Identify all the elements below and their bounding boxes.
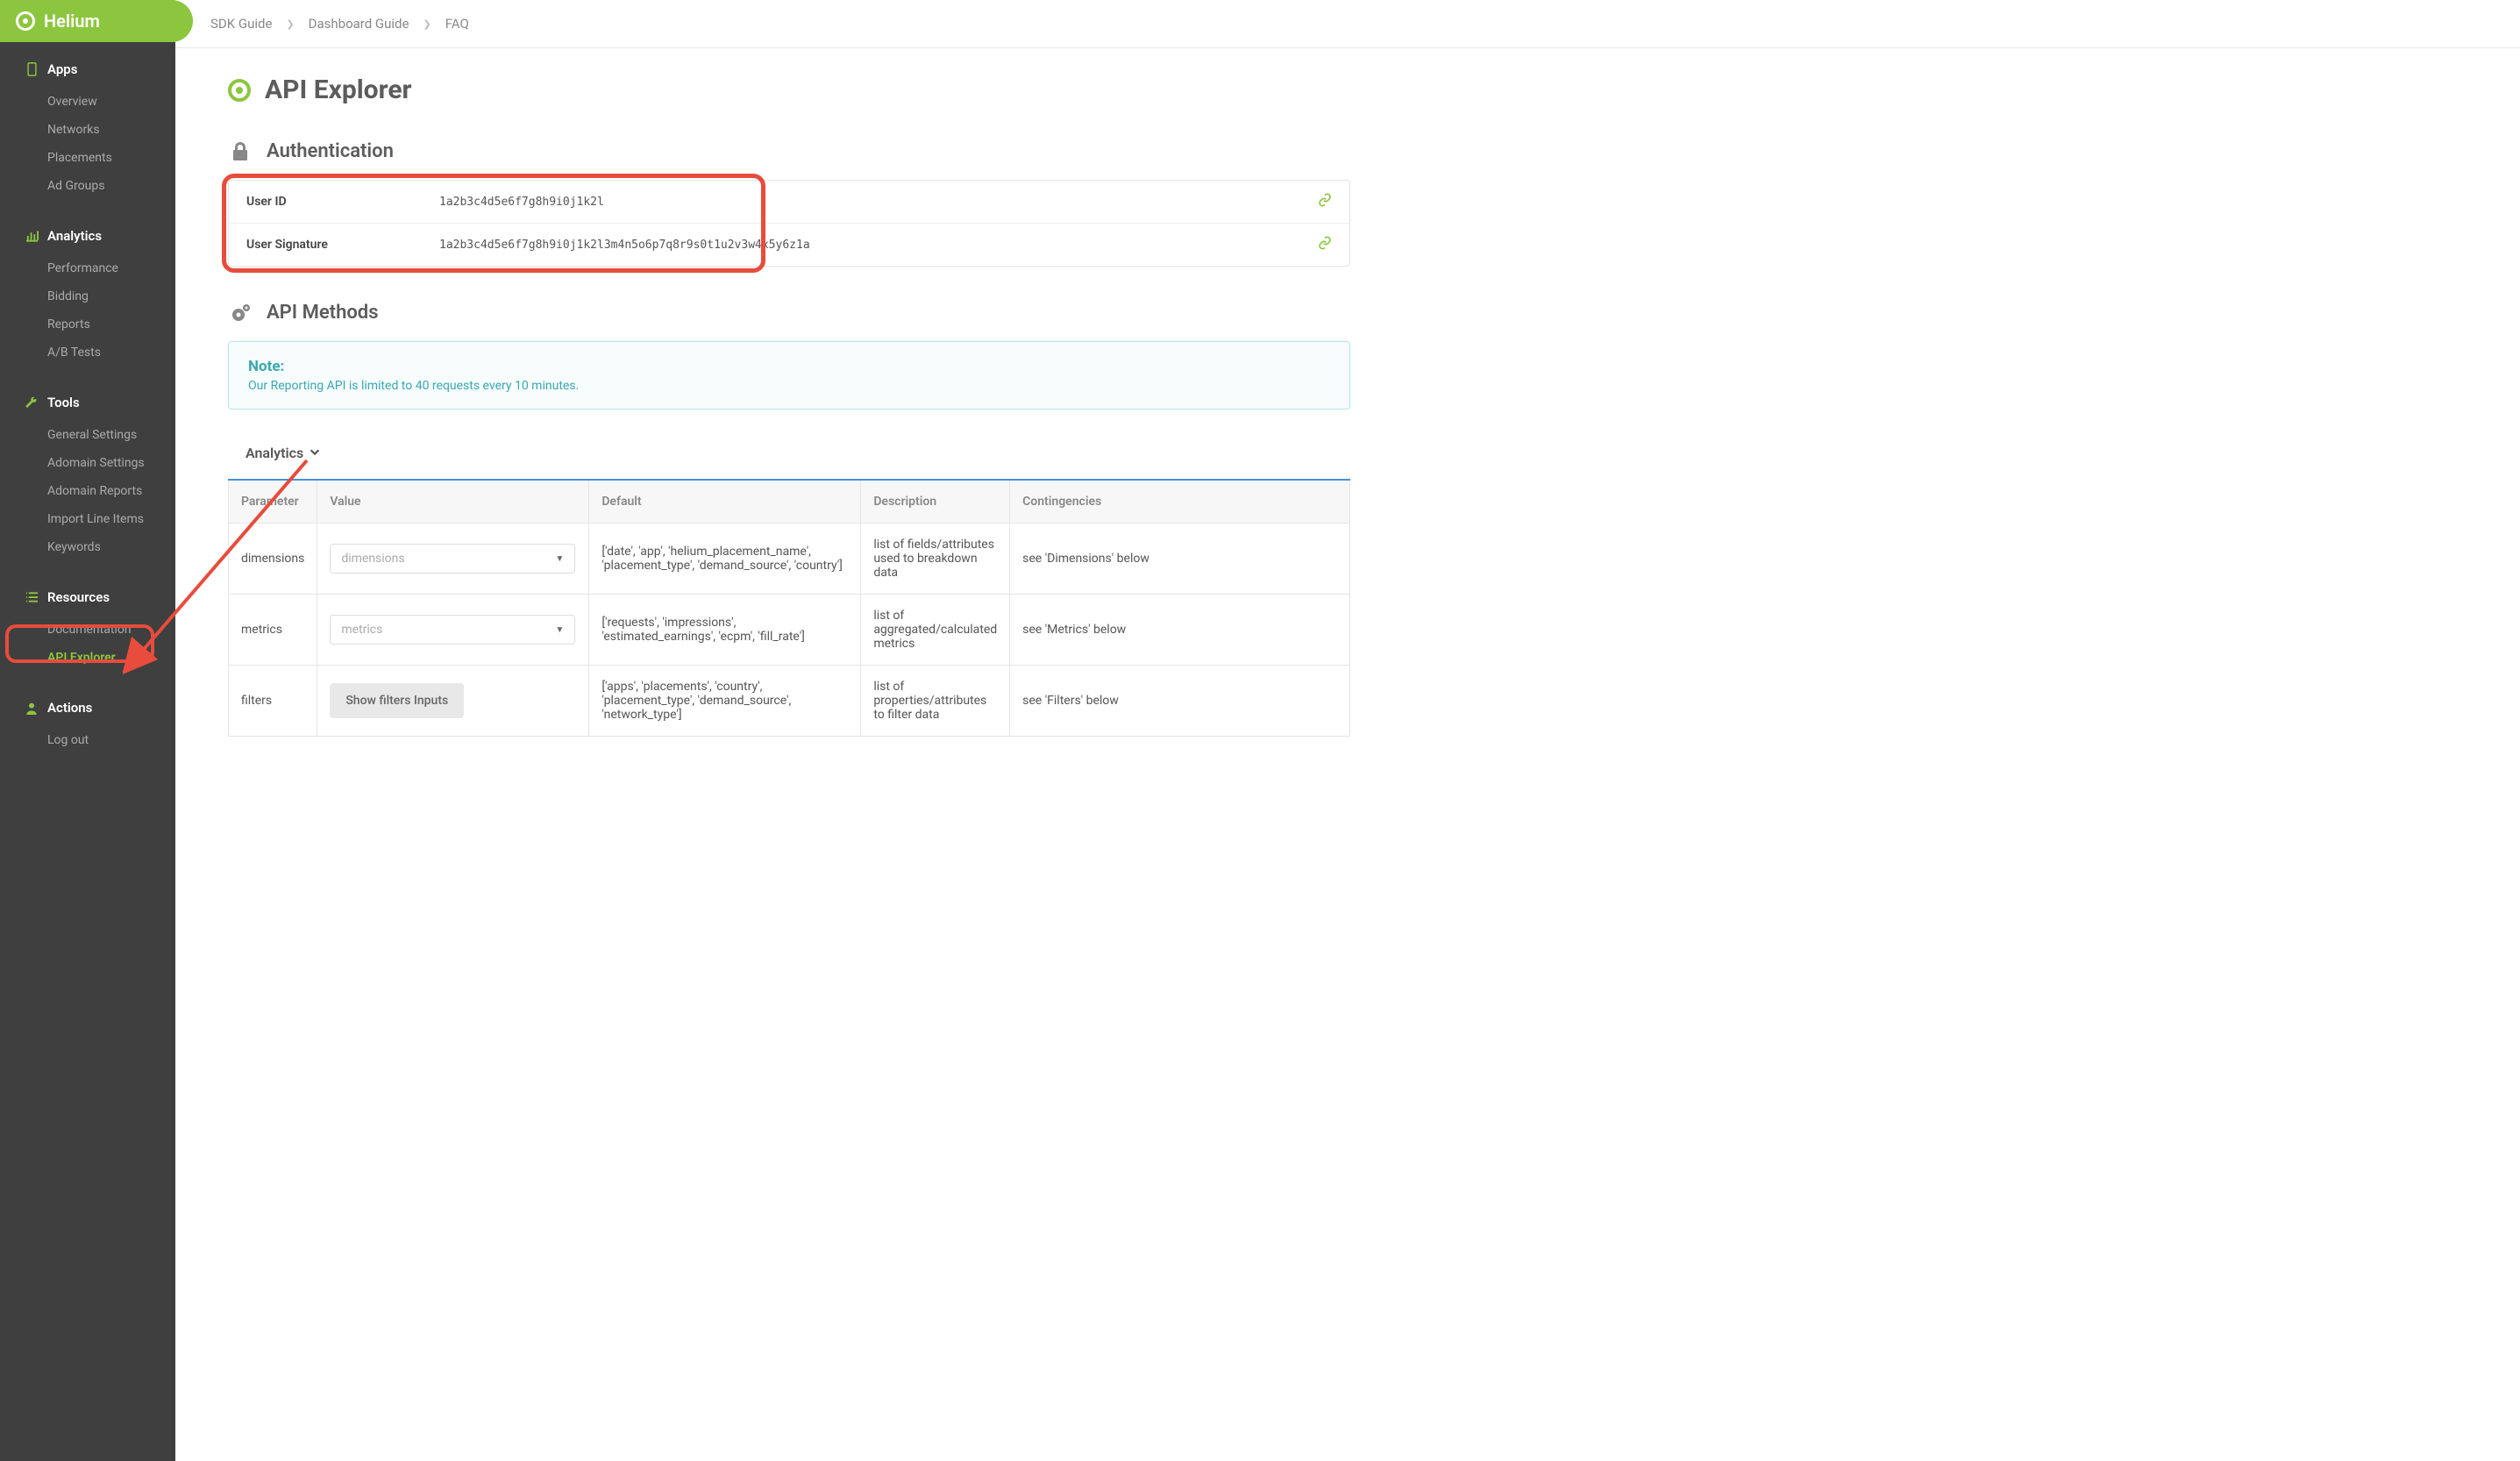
caret-down-icon: ▼ (555, 625, 564, 635)
param-description: list of fields/attributes used to breakd… (861, 524, 1010, 595)
nav-label: Actions (47, 700, 92, 716)
nav-item-bidding[interactable]: Bidding (0, 282, 175, 310)
auth-row-user-id: User ID 1a2b3c4d5e6f7g8h9i0j1k2l (229, 181, 1349, 224)
link-icon[interactable] (1318, 236, 1332, 253)
table-row: dimensions dimensions ▼ ['date', 'app', … (229, 524, 1350, 595)
nav-item-placements[interactable]: Placements (0, 144, 175, 172)
nav-item-networks[interactable]: Networks (0, 116, 175, 144)
section-heading: Authentication (267, 140, 394, 162)
nav-item-api-explorer[interactable]: API Explorer (0, 644, 175, 672)
nav-item-keywords[interactable]: Keywords (0, 533, 175, 561)
param-value-cell: dimensions ▼ (317, 524, 589, 595)
nav-item-abtests[interactable]: A/B Tests (0, 339, 175, 367)
user-icon (25, 702, 39, 715)
topbar-link-sdk[interactable]: SDK Guide (210, 16, 272, 32)
param-contingencies: see 'Dimensions' below (1010, 524, 1350, 595)
section-heading: API Methods (267, 302, 379, 324)
analytics-collapse-toggle[interactable]: Analytics (246, 445, 1350, 461)
param-name: filters (229, 666, 317, 737)
param-default: ['apps', 'placements', 'country', 'place… (589, 666, 861, 737)
param-description: list of properties/attributes to filter … (861, 666, 1010, 737)
nav-item-logout[interactable]: Log out (0, 726, 175, 754)
page-title-icon (228, 79, 251, 102)
table-row: metrics metrics ▼ ['requests', 'impressi… (229, 595, 1350, 666)
param-contingencies: see 'Filters' below (1010, 666, 1350, 737)
nav-heading-tools[interactable]: Tools (0, 384, 175, 421)
nav-item-overview[interactable]: Overview (0, 88, 175, 116)
table-row: filters Show filters Inputs ['apps', 'pl… (229, 666, 1350, 737)
nav-item-reports[interactable]: Reports (0, 310, 175, 339)
dropdown-placeholder: dimensions (341, 552, 404, 566)
wrench-icon (25, 396, 39, 410)
param-name: metrics (229, 595, 317, 666)
caret-down-icon: ▼ (555, 554, 564, 564)
param-description: list of aggregated/calculated metrics (861, 595, 1010, 666)
nav-item-performance[interactable]: Performance (0, 254, 175, 282)
th-parameter: Parameter (229, 480, 317, 524)
chart-icon (25, 230, 39, 242)
param-value-cell: metrics ▼ (317, 595, 589, 666)
note-text: Our Reporting API is limited to 40 reque… (248, 379, 1330, 393)
section-header-methods: API Methods (228, 302, 1350, 324)
chevron-right-icon: ❯ (423, 18, 431, 30)
th-value: Value (317, 480, 589, 524)
nav-heading-actions[interactable]: Actions (0, 689, 175, 726)
brand[interactable]: Helium (0, 0, 175, 42)
gear-icon (228, 303, 253, 324)
nav-label: Resources (47, 589, 110, 605)
param-name: dimensions (229, 524, 317, 595)
show-filters-button[interactable]: Show filters Inputs (330, 683, 464, 718)
params-table: Parameter Value Default Description Cont… (228, 479, 1350, 737)
page-title: API Explorer (228, 75, 1350, 105)
auth-label: User Signature (246, 238, 439, 252)
page-title-text: API Explorer (265, 75, 412, 105)
nav-item-import-line-items[interactable]: Import Line Items (0, 505, 175, 533)
phone-icon (25, 62, 39, 76)
note-title: Note: (248, 358, 1330, 375)
brand-text: Helium (44, 11, 100, 32)
link-icon[interactable] (1318, 193, 1332, 210)
param-default: ['date', 'app', 'helium_placement_name',… (589, 524, 861, 595)
dimensions-dropdown[interactable]: dimensions ▼ (330, 544, 575, 574)
metrics-dropdown[interactable]: metrics ▼ (330, 615, 575, 645)
nav-item-adomain-reports[interactable]: Adomain Reports (0, 477, 175, 505)
topbar: SDK Guide ❯ Dashboard Guide ❯ FAQ (175, 0, 2520, 48)
sidebar: Helium Apps Overview Networks Placements… (0, 0, 175, 1461)
nav-item-documentation[interactable]: Documentation (0, 616, 175, 644)
nav-item-adgroups[interactable]: Ad Groups (0, 172, 175, 200)
param-contingencies: see 'Metrics' below (1010, 595, 1350, 666)
dropdown-placeholder: metrics (341, 623, 382, 637)
th-default: Default (589, 480, 861, 524)
chevron-right-icon: ❯ (286, 18, 294, 30)
nav-heading-analytics[interactable]: Analytics (0, 217, 175, 254)
analytics-label: Analytics (246, 445, 303, 461)
nav-label: Tools (47, 395, 80, 410)
nav-item-general-settings[interactable]: General Settings (0, 421, 175, 449)
nav-label: Analytics (47, 228, 102, 244)
section-header-auth: Authentication (228, 140, 1350, 162)
nav-label: Apps (47, 61, 77, 77)
th-contingencies: Contingencies (1010, 480, 1350, 524)
topbar-link-dashboard[interactable]: Dashboard Guide (309, 16, 409, 32)
auth-value: 1a2b3c4d5e6f7g8h9i0j1k2l (439, 196, 1318, 209)
th-description: Description (861, 480, 1010, 524)
main: SDK Guide ❯ Dashboard Guide ❯ FAQ API Ex… (175, 0, 2520, 1461)
nav-heading-apps[interactable]: Apps (0, 51, 175, 88)
nav-item-adomain-settings[interactable]: Adomain Settings (0, 449, 175, 477)
auth-row-user-signature: User Signature 1a2b3c4d5e6f7g8h9i0j1k2l3… (229, 224, 1349, 266)
nav-heading-resources[interactable]: Resources (0, 579, 175, 616)
note-box: Note: Our Reporting API is limited to 40… (228, 341, 1350, 410)
param-value-cell: Show filters Inputs (317, 666, 589, 737)
brand-logo-icon (16, 11, 35, 31)
chevron-down-icon (309, 445, 321, 461)
param-default: ['requests', 'impressions', 'estimated_e… (589, 595, 861, 666)
list-icon (25, 592, 39, 602)
topbar-link-faq[interactable]: FAQ (445, 16, 469, 32)
auth-table: User ID 1a2b3c4d5e6f7g8h9i0j1k2l User Si… (228, 180, 1350, 267)
auth-value: 1a2b3c4d5e6f7g8h9i0j1k2l3m4n5o6p7q8r9s0t… (439, 239, 1318, 252)
lock-icon (228, 141, 253, 162)
auth-label: User ID (246, 195, 439, 209)
